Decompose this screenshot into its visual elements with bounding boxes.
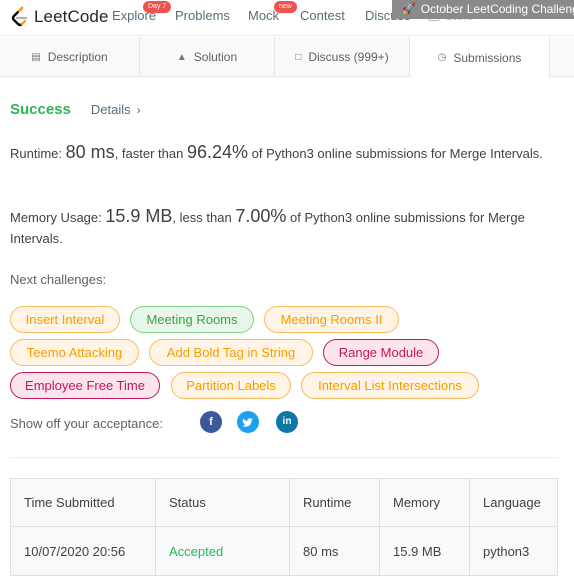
nav-mock[interactable]: Mock new	[248, 1, 297, 23]
leetcode-logo-icon	[10, 6, 30, 28]
memory-label: Memory Usage:	[10, 210, 102, 225]
runtime-suffix: of Python3 online submissions for Merge …	[251, 146, 543, 161]
memory-compare: , less than	[172, 210, 232, 225]
submission-status: Accepted	[156, 527, 290, 575]
linkedin-icon[interactable]: in	[276, 411, 298, 433]
submission-language: python3	[483, 543, 530, 559]
result-header: Success Details ›	[10, 101, 141, 118]
submission-memory: 15.9 MB	[380, 527, 470, 575]
submission-time: 10/07/2020 20:56	[11, 527, 156, 575]
nav-problems-label: Problems	[175, 8, 230, 23]
nav-explore[interactable]: Explore Day 7	[112, 1, 172, 23]
mock-new-badge: new	[274, 1, 297, 13]
brand-name: LeetCode	[34, 7, 109, 26]
section-divider	[10, 457, 558, 458]
column-header-time[interactable]: Time Submitted	[11, 479, 156, 526]
tab-description-label: Description	[47, 50, 108, 64]
submissions-table: Time Submitted Status Runtime Memory Lan…	[10, 478, 558, 576]
flask-icon: ▲	[176, 51, 187, 63]
tab-solution[interactable]: ▲ Solution	[140, 37, 275, 77]
challenge-chip[interactable]: Partition Labels	[171, 372, 291, 399]
challenge-chip[interactable]: Meeting Rooms II	[264, 306, 399, 333]
challenge-chip[interactable]: Insert Interval	[10, 306, 120, 333]
tab-submissions-label: Submissions	[453, 50, 522, 65]
nav-contest-label: Contest	[300, 8, 345, 23]
explore-day-badge: Day 7	[143, 1, 172, 13]
top-navigation: LeetCode Explore Day 7 Problems Mock new…	[0, 0, 574, 36]
details-link[interactable]: Details ›	[91, 102, 141, 117]
memory-value: 15.9 MB	[105, 206, 173, 226]
success-status: Success	[10, 101, 71, 118]
twitter-icon[interactable]	[237, 411, 259, 433]
comment-icon: □	[295, 51, 302, 63]
clock-icon: ◷	[437, 52, 447, 63]
tab-submissions[interactable]: ◷ Submissions	[410, 37, 550, 78]
runtime-stat: Runtime: 80 ms, faster than 96.24% of Py…	[10, 142, 566, 164]
next-challenges-label: Next challenges:	[10, 272, 107, 287]
runtime-compare: , faster than	[114, 146, 184, 161]
promo-text: October LeetCoding Challenge	[420, 2, 574, 16]
column-header-status[interactable]: Status	[156, 479, 290, 526]
chevron-right-icon: ›	[136, 102, 141, 117]
promo-banner[interactable]: 🚀 October LeetCoding Challenge	[392, 0, 574, 19]
column-header-language[interactable]: Language	[470, 479, 557, 526]
runtime-label: Runtime:	[10, 146, 63, 161]
leetcode-logo[interactable]: LeetCode	[10, 6, 109, 28]
challenge-chip[interactable]: Meeting Rooms	[130, 306, 254, 333]
challenge-chip[interactable]: Interval List Intersections	[301, 372, 479, 399]
rocket-icon: 🚀	[402, 3, 416, 15]
nav-problems[interactable]: Problems	[175, 8, 230, 23]
challenge-chip[interactable]: Teemo Attacking	[10, 339, 139, 366]
submission-runtime: 80 ms	[290, 527, 380, 575]
facebook-icon[interactable]: f	[200, 411, 222, 433]
tab-description[interactable]: ▤ Description	[0, 37, 140, 77]
tab-discuss[interactable]: □ Discuss (999+)	[275, 37, 410, 77]
accepted-link[interactable]: Accepted	[169, 544, 223, 559]
runtime-value: 80 ms	[65, 142, 115, 162]
memory-percentile: 7.00%	[235, 206, 287, 226]
tab-solution-label: Solution	[193, 50, 238, 64]
table-header-row: Time Submitted Status Runtime Memory Lan…	[11, 479, 557, 527]
nav-contest[interactable]: Contest	[300, 8, 345, 23]
memory-stat: Memory Usage: 15.9 MB, less than 7.00% o…	[10, 206, 566, 249]
details-label: Details	[90, 102, 131, 117]
column-header-memory[interactable]: Memory	[380, 479, 470, 526]
runtime-percentile: 96.24%	[186, 142, 249, 162]
challenge-chip[interactable]: Employee Free Time	[10, 372, 160, 399]
column-header-runtime[interactable]: Runtime	[290, 479, 380, 526]
document-icon: ▤	[31, 51, 41, 63]
share-label: Show off your acceptance:	[10, 416, 163, 431]
challenge-chip[interactable]: Add Bold Tag in String	[149, 339, 313, 366]
problem-tabs: ▤ Description ▲ Solution □ Discuss (999+…	[0, 37, 574, 78]
table-row[interactable]: 10/07/2020 20:56 Accepted 80 ms 15.9 MB …	[11, 527, 557, 575]
challenge-chip[interactable]: Range Module	[323, 339, 439, 366]
tab-discuss-label: Discuss (999+)	[308, 50, 389, 64]
